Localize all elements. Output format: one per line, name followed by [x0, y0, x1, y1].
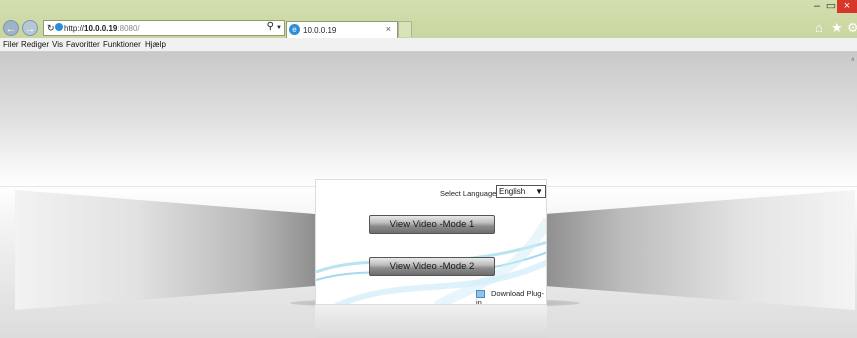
- restore-button[interactable]: ▭: [825, 0, 837, 13]
- forward-button[interactable]: →: [22, 20, 38, 36]
- browser-titlebar: ← → ↻ http://10.0.0.19:8080/ ⚲ ▼ e 10.0.…: [0, 0, 857, 38]
- background-wall-left: [15, 190, 315, 310]
- menu-funktioner[interactable]: Funktioner: [103, 38, 141, 51]
- background-wall-right: [545, 190, 855, 310]
- address-bar[interactable]: ↻ http://10.0.0.19:8080/ ⚲ ▼: [43, 20, 285, 36]
- view-video-mode1-button[interactable]: View Video -Mode 1: [369, 215, 495, 234]
- menu-filer[interactable]: Filer: [3, 38, 19, 51]
- tab-title: 10.0.0.19: [303, 26, 337, 35]
- gear-icon[interactable]: ⚙: [847, 20, 857, 36]
- language-label: Select Language :: [440, 189, 501, 198]
- home-icon[interactable]: ⌂: [815, 20, 823, 35]
- dropdown-icon[interactable]: ▼: [276, 21, 282, 35]
- menu-vis[interactable]: Vis: [52, 38, 63, 51]
- login-panel: Select Language : English ▼ View Video -…: [315, 179, 547, 305]
- back-button[interactable]: ←: [3, 20, 19, 36]
- download-icon: [476, 290, 485, 299]
- wave-decoration: [316, 217, 546, 304]
- minimize-button[interactable]: –: [810, 0, 824, 13]
- tab-active[interactable]: e 10.0.0.19 ×: [286, 21, 398, 38]
- menu-rediger[interactable]: Rediger: [21, 38, 49, 51]
- language-select[interactable]: English ▼: [496, 185, 546, 198]
- url-text: http://10.0.0.19:8080/: [64, 24, 140, 33]
- page-viewport: ∧ Select Language : English ▼ View Video…: [0, 52, 857, 338]
- download-plugin-link[interactable]: Download Plug-in: [476, 289, 546, 305]
- language-value: English: [499, 187, 526, 196]
- search-icon[interactable]: ⚲: [267, 20, 274, 34]
- close-button[interactable]: ×: [837, 0, 857, 13]
- star-icon[interactable]: ★: [831, 20, 843, 36]
- view-video-mode2-button[interactable]: View Video -Mode 2: [369, 257, 495, 276]
- new-tab-button[interactable]: [398, 21, 412, 37]
- scroll-up-icon[interactable]: ∧: [851, 56, 855, 63]
- ie-site-icon: [55, 23, 63, 31]
- tab-close-icon[interactable]: ×: [386, 22, 391, 37]
- menu-bar: Filer Rediger Vis Favoritter Funktioner …: [0, 38, 857, 52]
- download-plugin-label: Download Plug-in: [476, 289, 544, 305]
- panel-reflection: [315, 305, 547, 338]
- chevron-down-icon: ▼: [535, 187, 543, 196]
- refresh-icon[interactable]: ↻: [47, 21, 55, 35]
- ie-tab-icon: e: [289, 24, 300, 35]
- menu-favoritter[interactable]: Favoritter: [66, 38, 100, 51]
- menu-hjaelp[interactable]: Hjælp: [145, 38, 166, 51]
